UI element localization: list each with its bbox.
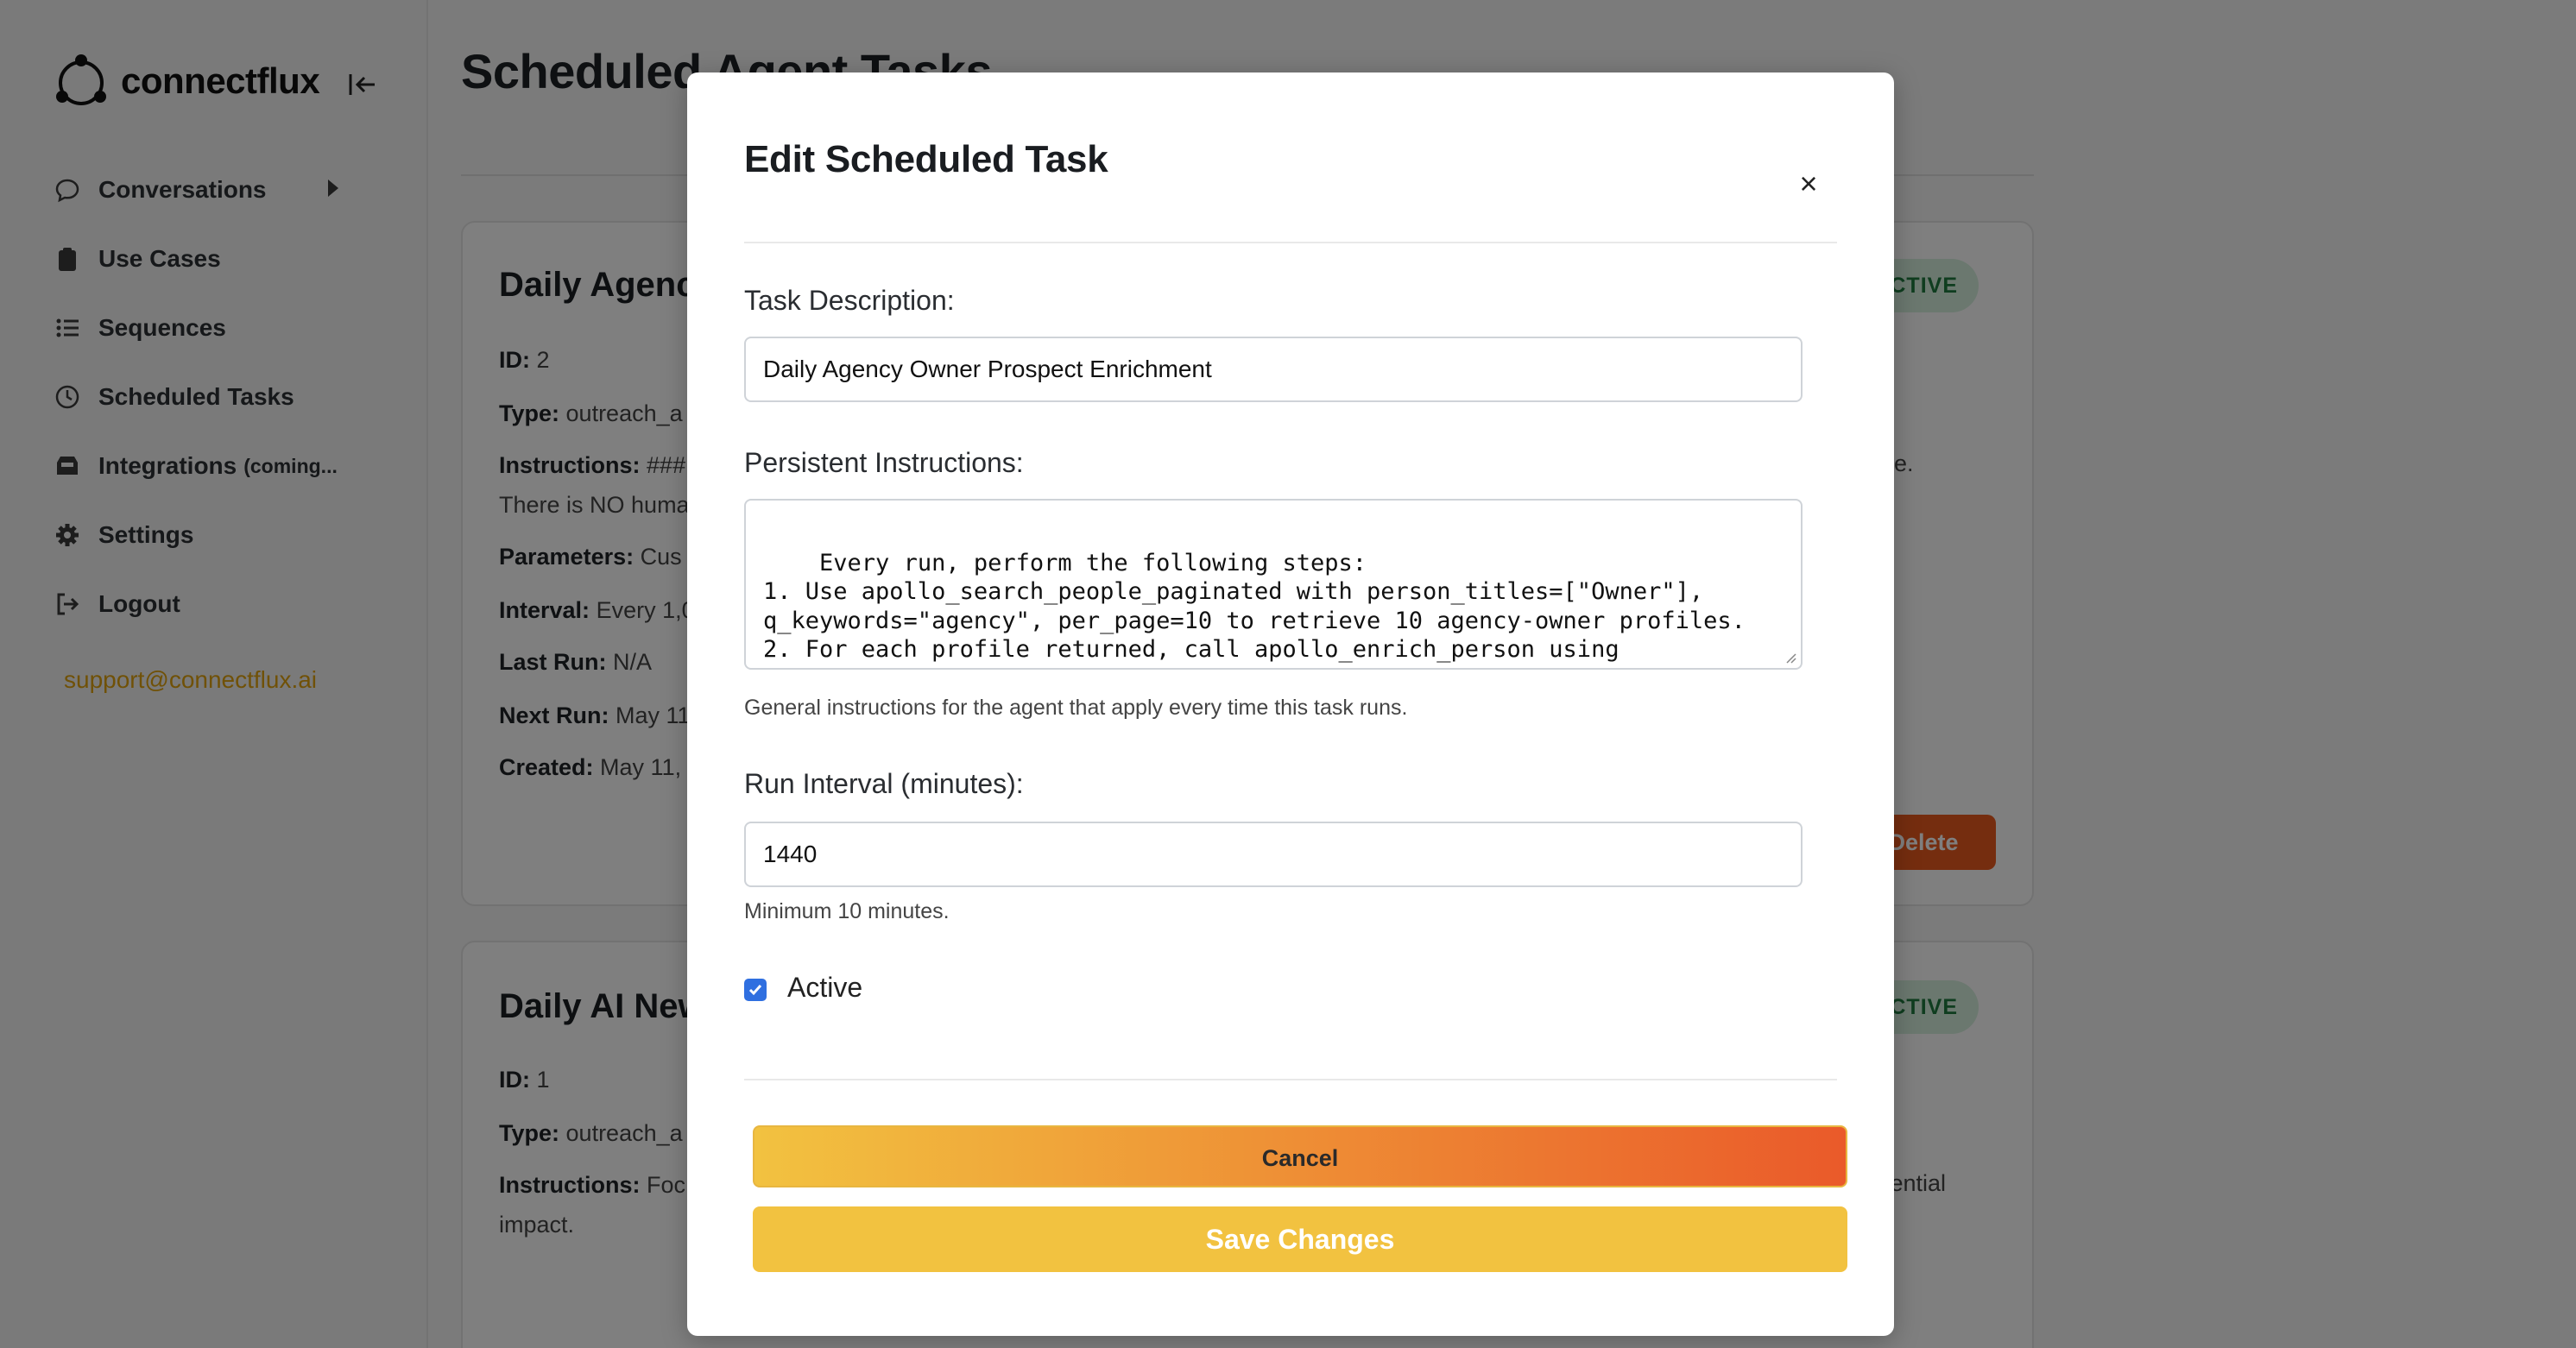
active-checkbox[interactable] (744, 979, 767, 1001)
active-label[interactable]: Active (787, 972, 862, 1004)
run-interval-help: Minimum 10 minutes. (744, 899, 950, 923)
persistent-instructions-label: Persistent Instructions: (744, 447, 1024, 478)
run-interval-input[interactable]: 1440 (744, 822, 1803, 887)
task-description-label: Task Description: (744, 285, 955, 316)
close-icon[interactable]: × (1787, 162, 1830, 205)
resize-handle-icon[interactable] (1784, 651, 1797, 665)
persistent-instructions-text: Every run, perform the following steps: … (763, 549, 1746, 669)
persistent-instructions-help: General instructions for the agent that … (744, 696, 1408, 720)
persistent-instructions-textarea[interactable]: Every run, perform the following steps: … (744, 499, 1803, 670)
modal-title: Edit Scheduled Task (744, 138, 1108, 180)
edit-task-modal: Edit Scheduled Task × Task Description: … (687, 72, 1894, 1336)
save-changes-button[interactable]: Save Changes (753, 1206, 1847, 1272)
checkmark-icon (748, 985, 762, 996)
run-interval-label: Run Interval (minutes): (744, 768, 1024, 799)
task-description-input[interactable]: Daily Agency Owner Prospect Enrichment (744, 337, 1803, 402)
divider (744, 242, 1837, 243)
divider (744, 1079, 1837, 1080)
cancel-button[interactable]: Cancel (753, 1125, 1847, 1187)
